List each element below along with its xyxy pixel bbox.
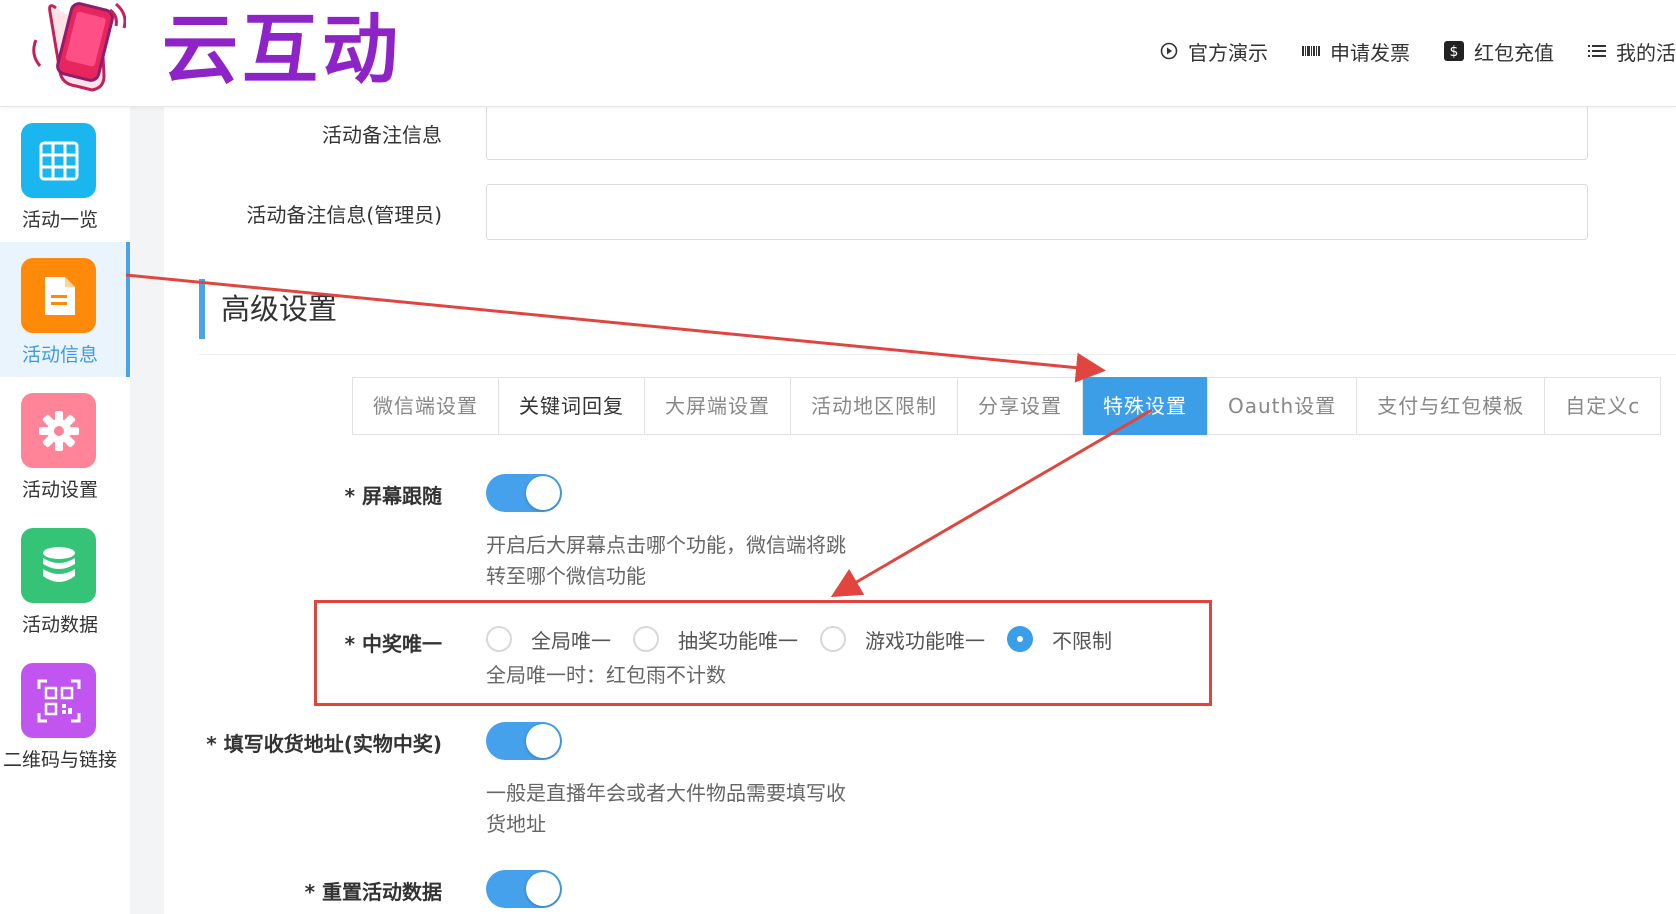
sidebar-item-activity-data[interactable]: 活动数据 [0, 512, 130, 647]
section-title: 高级设置 [199, 279, 337, 339]
help-line: 货地址 [486, 812, 546, 836]
sidebar-item-label: 活动设置 [21, 479, 98, 501]
toggle-knob [526, 724, 560, 758]
screen-follow-help: 开启后大屏幕点击哪个功能，微信端将跳 转至哪个微信功能 [486, 530, 886, 592]
tab-wechat-settings[interactable]: 微信端设置 [353, 378, 499, 434]
nav-invoice[interactable]: 申请发票 [1302, 37, 1410, 66]
play-circle-icon [1160, 42, 1178, 60]
sidebar-item-qrcode-links[interactable]: 二维码与链接 [0, 647, 130, 782]
address-help: 一般是直播年会或者大件物品需要填写收 货地址 [486, 778, 886, 840]
remark-admin-label: 活动备注信息(管理员) [246, 203, 442, 227]
sidebar: 活动一览 活动信息 活动设置 活动数据 二维码与链接 [0, 107, 130, 914]
tab-share-settings[interactable]: 分享设置 [958, 378, 1083, 434]
phone-hand-icon [32, 2, 126, 92]
top-nav: 官方演示 申请发票 $ 红包充值 我的活 [1126, 34, 1676, 68]
help-line: 一般是直播年会或者大件物品需要填写收 [486, 781, 846, 805]
nav-label: 申请发票 [1330, 40, 1410, 65]
sidebar-item-activity-info[interactable]: 活动信息 [0, 242, 130, 377]
tab-payment-templates[interactable]: 支付与红包模板 [1357, 378, 1546, 434]
address-label: * 填写收货地址(实物中奖) [206, 732, 442, 756]
dollar-icon: $ [1444, 41, 1464, 61]
screen-follow-label: * 屏幕跟随 [344, 484, 442, 508]
svg-text:$: $ [1450, 44, 1459, 60]
barcode-icon [1302, 46, 1320, 56]
tab-keyword-reply[interactable]: 关键词回复 [499, 378, 645, 434]
nav-official-demo[interactable]: 官方演示 [1160, 37, 1268, 66]
nav-label: 我的活 [1616, 40, 1676, 65]
toggle-knob [526, 872, 560, 906]
logo[interactable]: 云互动 [26, 0, 406, 98]
qrcode-icon [21, 663, 96, 738]
document-icon [21, 258, 96, 333]
annotation-highlight-box [314, 600, 1212, 706]
remark-input[interactable] [486, 104, 1588, 160]
top-header: 云互动 官方演示 申请发票 $ 红包充值 我的活 [0, 0, 1676, 107]
divider [199, 354, 1676, 355]
sidebar-gutter [130, 107, 164, 914]
tab-region-limit[interactable]: 活动地区限制 [791, 378, 958, 434]
remark-admin-input[interactable] [486, 184, 1588, 240]
help-line: 转至哪个微信功能 [486, 564, 646, 588]
sidebar-item-label: 活动信息 [21, 344, 98, 366]
tab-custom[interactable]: 自定义c [1545, 378, 1662, 434]
list-icon [1588, 45, 1606, 57]
grid-icon [21, 123, 96, 198]
toggle-knob [526, 476, 560, 510]
reset-data-label: * 重置活动数据 [304, 880, 442, 904]
database-icon [21, 528, 96, 603]
reset-data-toggle[interactable] [486, 870, 562, 908]
sidebar-item-label: 活动数据 [21, 614, 98, 636]
gear-icon [21, 393, 96, 468]
screen-follow-toggle[interactable] [486, 474, 562, 512]
remark-label: 活动备注信息 [322, 123, 442, 147]
nav-my-activities[interactable]: 我的活 [1588, 37, 1676, 66]
settings-tabs: 微信端设置 关键词回复 大屏端设置 活动地区限制 分享设置 特殊设置 Oauth… [352, 377, 1662, 435]
tab-special-settings[interactable]: 特殊设置 [1083, 377, 1208, 435]
sidebar-item-label: 二维码与链接 [2, 749, 117, 771]
logo-text: 云互动 [162, 5, 402, 94]
sidebar-item-activity-list[interactable]: 活动一览 [0, 107, 130, 242]
sidebar-item-label: 活动一览 [21, 209, 98, 231]
nav-label: 红包充值 [1474, 40, 1554, 65]
address-toggle[interactable] [486, 722, 562, 760]
tab-big-screen-settings[interactable]: 大屏端设置 [645, 378, 791, 434]
sidebar-item-activity-settings[interactable]: 活动设置 [0, 377, 130, 512]
nav-recharge[interactable]: $ 红包充值 [1444, 37, 1554, 66]
tab-oauth-settings[interactable]: Oauth设置 [1208, 378, 1358, 434]
nav-label: 官方演示 [1188, 40, 1268, 65]
help-line: 开启后大屏幕点击哪个功能，微信端将跳 [486, 533, 846, 557]
